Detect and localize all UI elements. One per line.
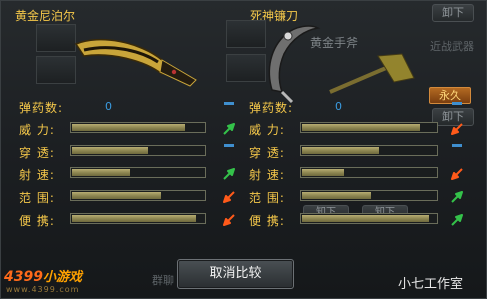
arrow-up-icon (451, 214, 463, 226)
right-fire-rate-label: 射 速: (249, 168, 285, 182)
right-power-bar (300, 122, 438, 133)
left-portability-bar (70, 213, 206, 224)
right-penetration-label: 穿 透: (249, 146, 285, 160)
left-portability-indicator (222, 212, 236, 226)
left-fire-rate-indicator (222, 166, 236, 180)
arrow-up-icon (223, 168, 235, 180)
right-penetration-bar (300, 145, 438, 156)
left-ammo-value: 0 (105, 100, 112, 113)
arrow-up-icon (451, 191, 463, 203)
right-penetration-bar-fill (302, 147, 379, 154)
right-power-indicator (450, 121, 464, 135)
left-penetration-bar (70, 145, 206, 156)
right-power-bar-fill (302, 124, 420, 131)
site-logo[interactable]: 4399小游戏 (4, 266, 82, 285)
left-fire-rate-bar (70, 167, 206, 178)
right-fire-rate-indicator (450, 166, 464, 180)
right-penetration-indicator (450, 144, 464, 158)
cancel-compare-button[interactable]: 取消比较 (177, 259, 294, 289)
arrow-down-icon (223, 191, 235, 203)
neutral-dash-icon (452, 102, 462, 105)
left-power-label: 威 力: (19, 123, 55, 137)
left-range-indicator (222, 189, 236, 203)
logo-suffix: 小游戏 (42, 270, 82, 285)
unload-button-top[interactable]: 卸下 (432, 4, 474, 22)
left-portability-bar-fill (72, 215, 196, 222)
right-portability-indicator (450, 212, 464, 226)
left-power-bar (70, 122, 206, 133)
neutral-dash-icon (452, 144, 462, 147)
left-range-bar-fill (72, 192, 162, 199)
left-portability-label: 便 携: (19, 214, 55, 228)
left-penetration-label: 穿 透: (19, 146, 55, 160)
left-penetration-bar-fill (72, 147, 148, 154)
logo-url: www.4399.com (6, 285, 80, 294)
left-power-indicator (222, 121, 236, 135)
left-fire-rate-bar-fill (72, 169, 131, 176)
background-melee-weapon-label: 近战武器 (430, 40, 474, 53)
left-fire-rate-label: 射 速: (19, 168, 55, 182)
right-slot-thumbnail-2[interactable] (226, 54, 266, 82)
golden-kukri-image (74, 38, 197, 87)
right-ammo-value: 0 (335, 100, 342, 113)
right-range-indicator (450, 189, 464, 203)
right-fire-rate-bar-fill (302, 169, 344, 176)
right-portability-label: 便 携: (249, 214, 285, 228)
right-power-label: 威 力: (249, 123, 285, 137)
studio-watermark: 小七工作室 (398, 277, 464, 292)
arrow-down-icon (451, 123, 463, 135)
arrow-down-icon (451, 168, 463, 180)
left-penetration-indicator (222, 144, 236, 158)
right-slot-thumbnail-1[interactable] (226, 20, 266, 48)
left-ammo-label: 弹药数: (19, 101, 64, 115)
reaper-scythe-image (268, 25, 321, 104)
right-portability-bar-fill (302, 215, 430, 222)
right-ammo-label: 弹药数: (249, 101, 294, 115)
left-range-label: 范 围: (19, 191, 55, 205)
left-weapon-name: 黄金尼泊尔 (15, 9, 76, 23)
arrow-down-icon (223, 214, 235, 226)
left-range-bar (70, 190, 206, 201)
arrow-up-icon (223, 123, 235, 135)
left-ammo-indicator (222, 102, 236, 116)
background-chat-tab[interactable]: 群聊 (152, 272, 174, 288)
background-axe-image (329, 53, 415, 94)
right-range-bar-fill (302, 192, 371, 199)
right-portability-bar (300, 213, 438, 224)
left-power-bar-fill (72, 124, 186, 131)
neutral-dash-icon (224, 144, 234, 147)
right-range-label: 范 围: (249, 191, 285, 205)
neutral-dash-icon (224, 102, 234, 105)
right-fire-rate-bar (300, 167, 438, 178)
logo-number: 4399 (4, 269, 43, 285)
right-ammo-indicator (450, 102, 464, 116)
right-range-bar (300, 190, 438, 201)
